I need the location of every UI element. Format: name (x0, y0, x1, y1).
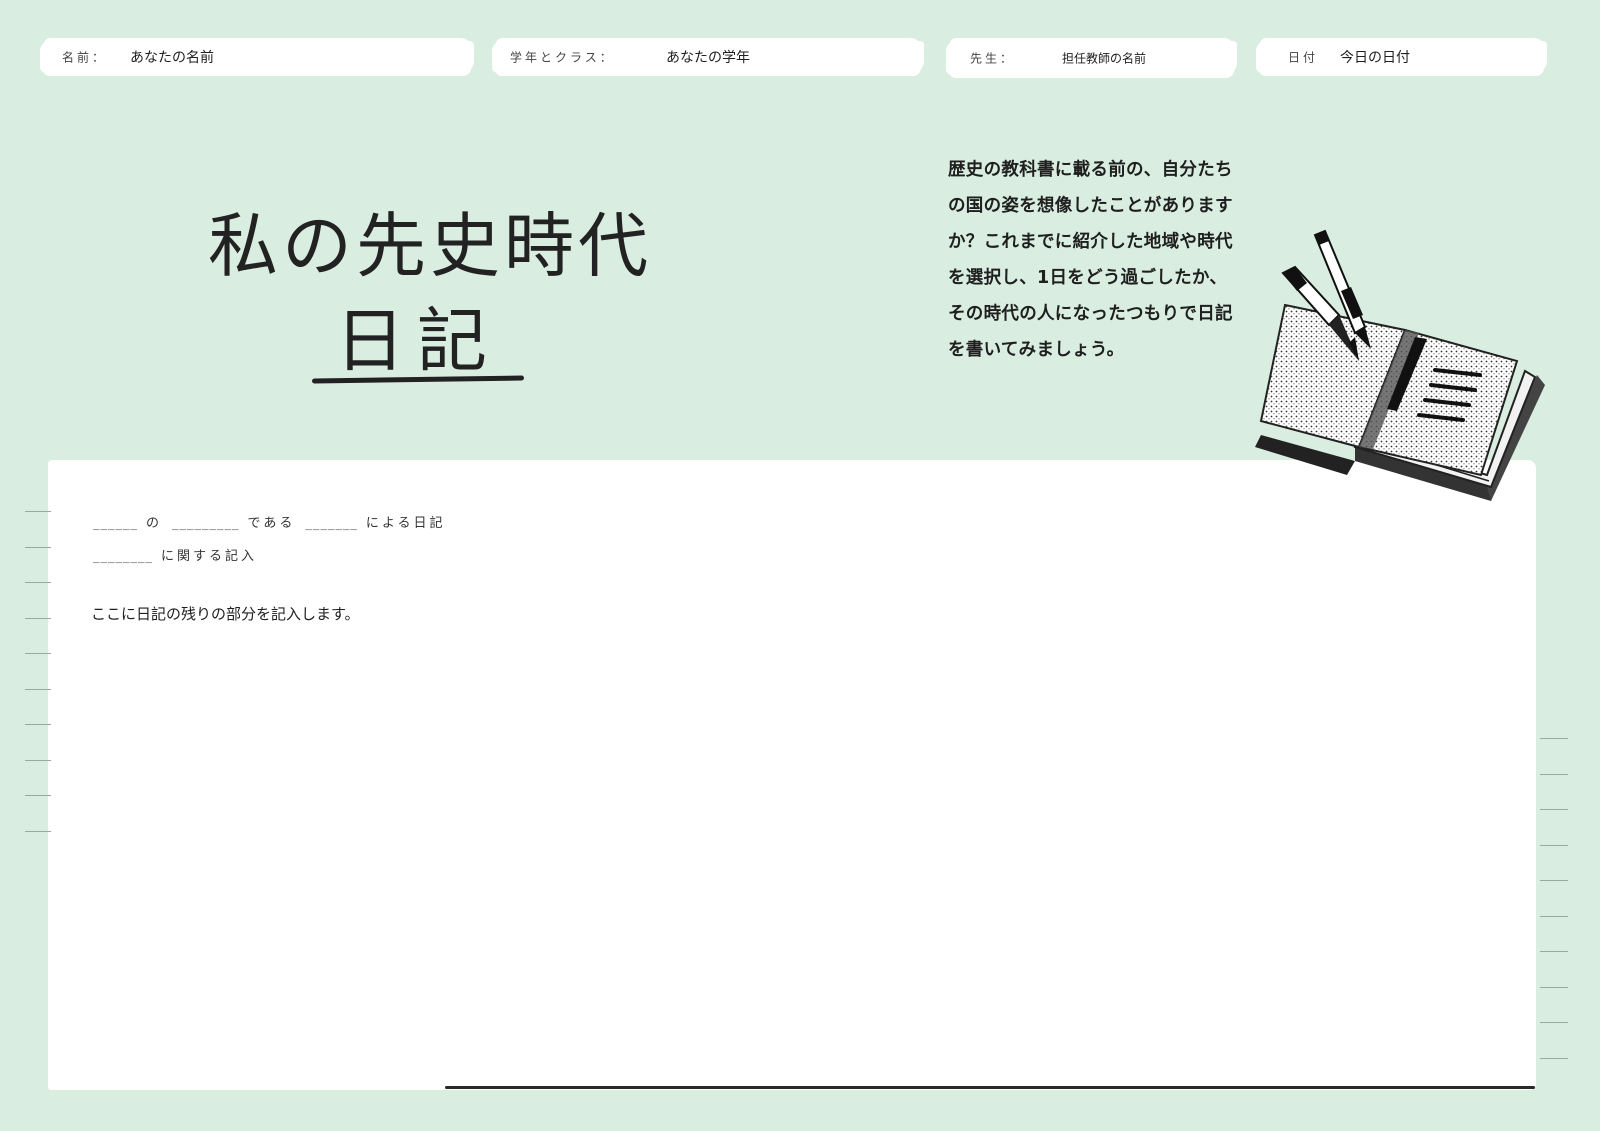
blank-name[interactable]: ______ (93, 516, 138, 531)
name-value[interactable]: あなたの名前 (130, 47, 214, 67)
word-no: の (146, 516, 163, 531)
word-dearu: である (247, 516, 296, 531)
paper-bottom-edge (445, 1086, 1535, 1089)
page-title-second-line: 日記 (335, 300, 499, 382)
date-field[interactable]: 日付 今日の日付 (1256, 38, 1547, 76)
diary-paper[interactable] (48, 460, 1536, 1090)
grade-value[interactable]: あなたの学年 (666, 47, 750, 67)
grade-label: 学年とクラス： (510, 50, 615, 65)
left-margin-lines (25, 511, 51, 866)
right-margin-lines (1540, 738, 1568, 1093)
name-field[interactable]: 名前： あなたの名前 (40, 38, 474, 76)
word-ni-kansuru-kinyu: に関する記入 (161, 549, 258, 564)
blank-subject[interactable]: ________ (93, 549, 153, 564)
date-value[interactable]: 今日の日付 (1340, 47, 1410, 67)
open-book-with-pencils-icon (1255, 229, 1545, 501)
teacher-field[interactable]: 先生： 担任教師の名前 (946, 38, 1237, 78)
instructions-text: 歴史の教科書に載る前の、自分たちの国の姿を想像したことがありますか？これまでに紹… (948, 160, 1233, 360)
diary-subject-line: ________ に関する記入 (93, 545, 257, 564)
blank-role[interactable]: _________ (172, 516, 240, 531)
diary-body-text[interactable]: ここに日記の残りの部分を記入します。 (91, 603, 360, 624)
teacher-label: 先生： (970, 51, 1016, 66)
word-niyoru-nikki: による日記 (365, 516, 446, 531)
diary-heading-line: ______ の _________ である _______ による日記 (93, 512, 446, 531)
blank-author[interactable]: _______ (305, 516, 358, 531)
date-label: 日付 (1288, 50, 1319, 65)
name-label: 名前： (62, 50, 108, 65)
page-title: 私の先史時代 (208, 205, 652, 287)
teacher-value[interactable]: 担任教師の名前 (1062, 50, 1146, 67)
grade-field[interactable]: 学年とクラス： あなたの学年 (492, 38, 924, 76)
